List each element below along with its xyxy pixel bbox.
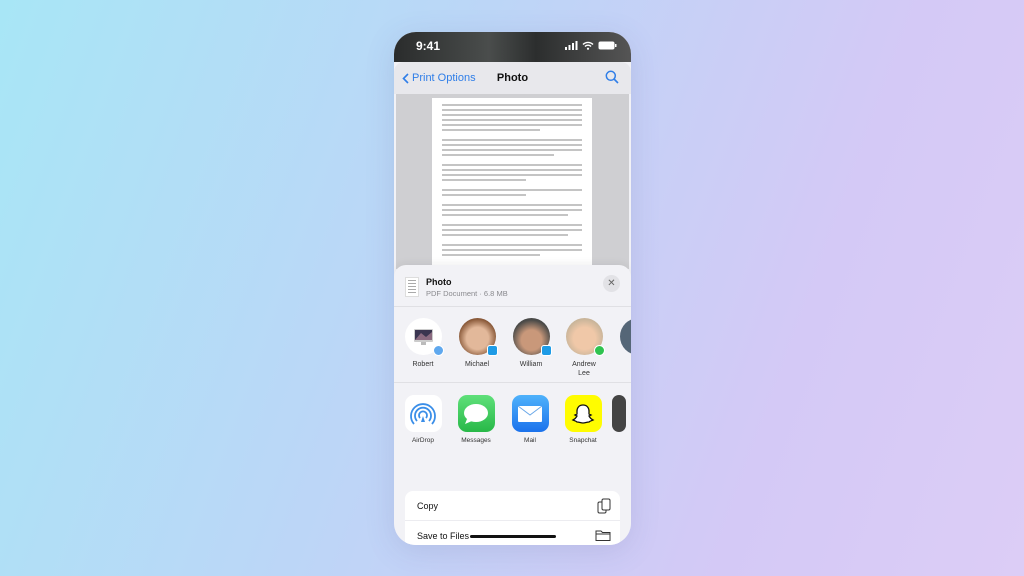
app-icon [612, 395, 626, 432]
home-indicator[interactable] [470, 535, 556, 538]
page-title: Photo [496, 72, 529, 84]
action-label: Save to Files [417, 531, 470, 541]
document-text-line [442, 119, 582, 121]
person-partial[interactable]: M [611, 318, 631, 369]
whatsapp-badge-icon [593, 345, 605, 356]
person-andrew-lee[interactable]: Andrew Lee [557, 318, 611, 378]
app-name: Snapchat [569, 437, 597, 444]
document-text-line [442, 189, 582, 191]
document-text-line [442, 249, 582, 251]
document-text-line [442, 104, 582, 106]
document-text-line [442, 244, 582, 246]
avatar [512, 318, 552, 356]
app-snapchat[interactable]: Snapchat [558, 395, 608, 444]
navigation-bar: Print Options Photo [394, 62, 631, 94]
action-label: Copy [417, 501, 439, 511]
document-text-line [442, 139, 582, 141]
app-mail[interactable]: Mail [505, 395, 555, 444]
avatar [619, 318, 631, 355]
snapchat-icon [564, 395, 602, 432]
document-text-line [442, 224, 582, 226]
status-bar: 9:41 [394, 32, 631, 62]
document-text-line [442, 209, 582, 211]
skype-badge-icon [540, 345, 552, 356]
app-airdrop[interactable]: AirDrop [398, 395, 448, 444]
document-text-line [442, 194, 526, 196]
search-icon[interactable] [605, 70, 619, 84]
folder-icon [595, 530, 611, 541]
messages-icon [457, 395, 495, 432]
app-messages[interactable]: Messages [451, 395, 501, 444]
phone-screen: 9:41 Print Options Photo Photo PDF Docum… [394, 32, 631, 545]
app-name: Messages [461, 437, 491, 444]
document-text-line [442, 124, 582, 126]
avatar [565, 318, 605, 356]
app-partial[interactable] [612, 395, 631, 432]
airdrop-badge-icon [432, 345, 444, 356]
close-icon: ✕ [607, 278, 616, 289]
battery-icon [598, 41, 617, 50]
person-name: Robert [412, 361, 434, 368]
document-text-line [442, 204, 582, 206]
document-preview[interactable] [396, 94, 629, 288]
document-text-line [442, 164, 582, 166]
document-text-line [442, 234, 568, 236]
signal-icon [565, 41, 578, 50]
share-sheet: Photo PDF Document · 6.8 MB ✕ Robert Mic… [394, 265, 631, 545]
share-title: Photo [426, 277, 452, 287]
skype-badge-icon [486, 345, 498, 356]
share-subtitle: PDF Document · 6.8 MB [426, 289, 508, 298]
document-text-line [442, 149, 582, 151]
wifi-icon [582, 41, 594, 50]
person-name: Andrew Lee [572, 361, 596, 377]
document-thumbnail [405, 277, 419, 297]
document-text-line [442, 254, 540, 256]
airdrop-icon [404, 395, 442, 432]
document-text-line [442, 114, 582, 116]
person-name: M [611, 360, 631, 369]
save-to-files-action[interactable]: Save to Files [405, 520, 620, 545]
document-text-line [442, 229, 582, 231]
copy-icon [597, 498, 611, 514]
copy-action[interactable]: Copy [405, 491, 620, 520]
avatar [458, 318, 498, 356]
person-michael[interactable]: Michael [450, 318, 504, 369]
person-name: William [519, 361, 543, 368]
document-text-line [442, 174, 582, 176]
app-name: AirDrop [411, 437, 435, 444]
document-text-line [442, 154, 554, 156]
document-text-line [442, 169, 582, 171]
avatar [404, 318, 444, 356]
document-text-line [442, 144, 582, 146]
mail-icon [511, 395, 549, 432]
document-page [432, 98, 592, 288]
app-name: Mail [524, 437, 536, 444]
people-row: Robert Michael William Andrew Lee M [394, 307, 631, 383]
close-button[interactable]: ✕ [603, 275, 620, 292]
share-header: Photo PDF Document · 6.8 MB ✕ [394, 265, 631, 307]
document-text-line [442, 129, 540, 131]
status-time: 9:41 [416, 39, 441, 53]
apps-row: AirDrop Messages Mail Snapchat [394, 383, 631, 459]
document-text-line [442, 109, 582, 111]
person-name: Michael [464, 361, 490, 368]
document-text-line [442, 214, 568, 216]
document-text-line [442, 179, 526, 181]
person-william[interactable]: William [504, 318, 558, 369]
person-robert[interactable]: Robert [396, 318, 450, 369]
